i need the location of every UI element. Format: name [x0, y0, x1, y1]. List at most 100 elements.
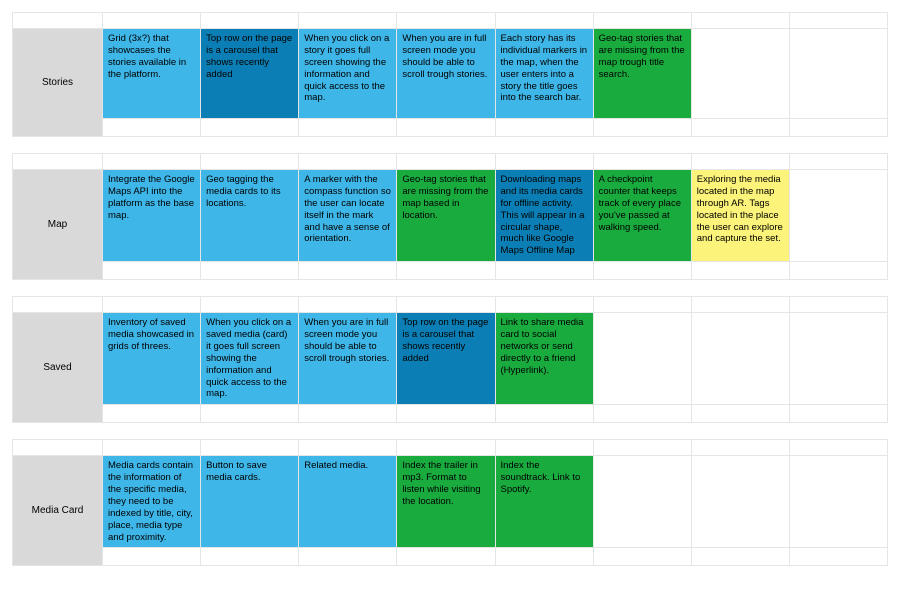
feature-cell: When you are in full screen mode you sho…	[299, 313, 397, 405]
feature-cell: Top row on the page is a carousel that s…	[397, 313, 495, 405]
section: StoriesGrid (3x?) that showcases the sto…	[12, 12, 888, 137]
sub-cell	[397, 262, 495, 280]
header-cell	[594, 13, 692, 29]
sub-cell	[496, 548, 594, 566]
header-cell	[397, 13, 495, 29]
row-label: Media Card	[13, 456, 103, 566]
feature-cell: Geo tagging the media cards to its locat…	[201, 170, 299, 262]
feature-cell	[790, 170, 888, 262]
sub-cell	[692, 405, 790, 423]
header-cell	[692, 440, 790, 456]
row-label: Map	[13, 170, 103, 280]
feature-cell: Exploring the media located in the map t…	[692, 170, 790, 262]
section-grid: StoriesGrid (3x?) that showcases the sto…	[12, 12, 888, 137]
feature-cell: Link to share media card to social netwo…	[496, 313, 594, 405]
header-cell	[201, 13, 299, 29]
feature-cell: Media cards contain the information of t…	[103, 456, 201, 548]
sub-cell	[397, 119, 495, 137]
sub-cell	[299, 548, 397, 566]
feature-cell	[790, 313, 888, 405]
feature-cell	[594, 456, 692, 548]
header-cell	[201, 297, 299, 313]
header-cell	[496, 13, 594, 29]
feature-cell: A marker with the compass function so th…	[299, 170, 397, 262]
sub-cell	[790, 262, 888, 280]
section: MapIntegrate the Google Maps API into th…	[12, 153, 888, 280]
feature-matrix-root: StoriesGrid (3x?) that showcases the sto…	[12, 12, 888, 566]
sub-cell	[594, 405, 692, 423]
feature-cell: Downloading maps and its media cards for…	[496, 170, 594, 262]
sub-cell	[201, 119, 299, 137]
sub-cell	[201, 405, 299, 423]
sub-cell	[397, 405, 495, 423]
sub-cell	[790, 548, 888, 566]
header-cell	[692, 13, 790, 29]
sub-cell	[299, 405, 397, 423]
sub-cell	[790, 119, 888, 137]
feature-cell: Related media.	[299, 456, 397, 548]
header-cell	[594, 297, 692, 313]
sub-cell	[103, 262, 201, 280]
feature-cell: Geo-tag stories that are missing from th…	[397, 170, 495, 262]
sub-cell	[397, 548, 495, 566]
section-grid: SavedInventory of saved media showcased …	[12, 296, 888, 423]
header-cell	[692, 297, 790, 313]
feature-cell: Integrate the Google Maps API into the p…	[103, 170, 201, 262]
sub-cell	[299, 119, 397, 137]
header-cell	[790, 440, 888, 456]
header-cell	[790, 154, 888, 170]
header-cell	[496, 440, 594, 456]
header-cell	[299, 440, 397, 456]
header-cell	[397, 297, 495, 313]
feature-cell: When you click on a saved media (card) i…	[201, 313, 299, 405]
sub-cell	[594, 548, 692, 566]
header-spacer	[13, 13, 103, 29]
feature-cell: Geo-tag stories that are missing from th…	[594, 29, 692, 119]
sub-cell	[103, 119, 201, 137]
header-cell	[201, 154, 299, 170]
feature-cell: Each story has its individual markers in…	[496, 29, 594, 119]
sub-cell	[594, 262, 692, 280]
header-cell	[692, 154, 790, 170]
row-label: Saved	[13, 313, 103, 423]
header-spacer	[13, 154, 103, 170]
sub-cell	[103, 405, 201, 423]
feature-cell: Grid (3x?) that showcases the stories av…	[103, 29, 201, 119]
header-spacer	[13, 297, 103, 313]
section: SavedInventory of saved media showcased …	[12, 296, 888, 423]
header-cell	[201, 440, 299, 456]
section-grid: MapIntegrate the Google Maps API into th…	[12, 153, 888, 280]
feature-cell: Index the soundtrack. Link to Spotify.	[496, 456, 594, 548]
feature-cell: When you are in full screen mode you sho…	[397, 29, 495, 119]
row-label: Stories	[13, 29, 103, 137]
sub-cell	[692, 262, 790, 280]
header-cell	[299, 297, 397, 313]
sub-cell	[201, 262, 299, 280]
header-cell	[299, 13, 397, 29]
sub-cell	[692, 548, 790, 566]
feature-cell	[692, 313, 790, 405]
header-cell	[594, 154, 692, 170]
sub-cell	[692, 119, 790, 137]
sub-cell	[594, 119, 692, 137]
sub-cell	[103, 548, 201, 566]
header-cell	[103, 154, 201, 170]
feature-cell	[692, 29, 790, 119]
sub-cell	[790, 405, 888, 423]
feature-cell	[594, 313, 692, 405]
header-cell	[594, 440, 692, 456]
header-spacer	[13, 440, 103, 456]
feature-cell: Top row on the page is a carousel that s…	[201, 29, 299, 119]
header-cell	[103, 440, 201, 456]
feature-cell	[790, 456, 888, 548]
feature-cell: When you click on a story it goes full s…	[299, 29, 397, 119]
feature-cell: A checkpoint counter that keeps track of…	[594, 170, 692, 262]
header-cell	[397, 154, 495, 170]
sub-cell	[299, 262, 397, 280]
header-cell	[790, 297, 888, 313]
sub-cell	[496, 119, 594, 137]
feature-cell: Inventory of saved media showcased in gr…	[103, 313, 201, 405]
header-cell	[496, 154, 594, 170]
header-cell	[397, 440, 495, 456]
section: Media CardMedia cards contain the inform…	[12, 439, 888, 566]
